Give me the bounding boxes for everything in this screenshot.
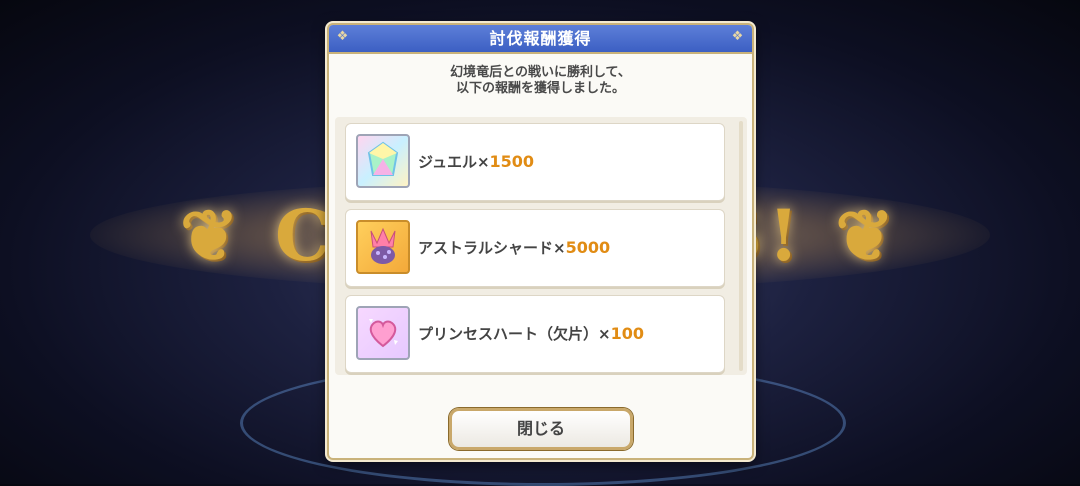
reward-name: ジュエル× <box>418 153 490 171</box>
reward-dialog: ❖ 討伐報酬獲得 ❖ 幻境竜后との戦いに勝利して、 以下の報酬を獲得しました。 … <box>327 23 754 460</box>
reward-name: アストラルシャード× <box>418 239 566 257</box>
close-button[interactable]: 閉じる <box>449 408 633 450</box>
reward-quantity: 100 <box>610 324 644 343</box>
jewel-icon <box>356 134 410 188</box>
scrollbar[interactable] <box>739 121 743 371</box>
ornament-icon: ❖ <box>731 29 745 44</box>
reward-name: プリンセスハート（欠片）× <box>418 325 611 343</box>
dialog-title: 討伐報酬獲得 <box>489 29 592 48</box>
reward-item-princess-heart: プリンセスハート（欠片）×100 <box>345 295 725 373</box>
dialog-title-bar: ❖ 討伐報酬獲得 ❖ <box>329 25 752 54</box>
reward-item-astral-shard: アストラルシャード×5000 <box>345 209 725 287</box>
reward-quantity: 5000 <box>565 238 611 257</box>
reward-quantity: 1500 <box>489 152 535 171</box>
princess-heart-icon <box>356 306 410 360</box>
reward-message: 幻境竜后との戦いに勝利して、 以下の報酬を獲得しました。 <box>329 65 752 97</box>
astral-shard-icon <box>356 220 410 274</box>
reward-item-jewel: ジュエル×1500 <box>345 123 725 201</box>
message-line-2: 以下の報酬を獲得しました。 <box>455 81 625 96</box>
reward-list[interactable]: ジュエル×1500 アストラルシャード×5000 プリンセスハート（欠片）×10… <box>335 117 747 375</box>
ornament-icon: ❖ <box>336 29 350 44</box>
message-line-1: 幻境竜后との戦いに勝利して、 <box>450 65 631 80</box>
